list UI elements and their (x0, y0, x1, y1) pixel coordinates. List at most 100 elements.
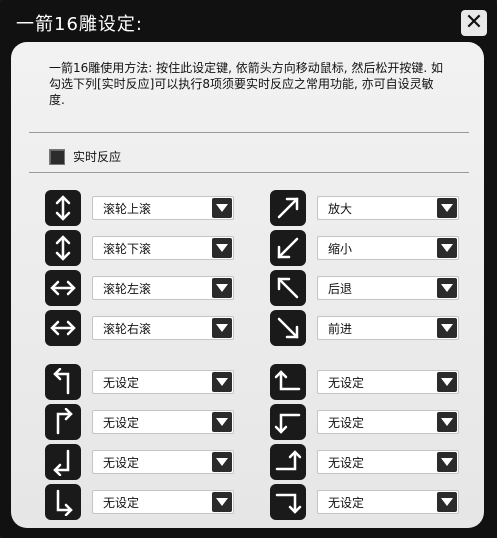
arrow-down-right-turn-icon (56, 489, 73, 516)
arrow-up-left-diagonal-icon (277, 277, 299, 299)
chevron-down-icon[interactable] (437, 492, 457, 512)
realtime-checkbox[interactable] (49, 148, 65, 165)
gesture-icon-button[interactable] (45, 190, 81, 226)
chevron-down-icon[interactable] (212, 198, 232, 218)
arrow-left-down-turn-icon (274, 413, 301, 434)
gesture-select[interactable]: 无设定 (92, 370, 234, 394)
gesture-select[interactable]: 无设定 (92, 410, 234, 434)
gesture-select[interactable]: 无设定 (317, 450, 459, 474)
gesture-select[interactable]: 滚轮右滚 (92, 316, 234, 340)
gesture-select-value: 无设定 (103, 495, 140, 510)
arrow-down-left-diagonal-icon (277, 237, 299, 259)
instructions-text: 一箭16雕使用方法: 按住此设定键, 依箭头方向移动鼠标, 然后松开按键. 如勾… (49, 61, 444, 107)
gesture-select-value: 放大 (328, 201, 353, 216)
chevron-down-icon[interactable] (212, 492, 232, 512)
gesture-select[interactable]: 无设定 (92, 490, 234, 514)
gesture-row: 无设定 (270, 484, 459, 520)
arrow-up-down-icon (55, 195, 71, 221)
gesture-row: 滚轮右滚 (45, 310, 234, 346)
gesture-icon-button[interactable] (45, 230, 81, 266)
gesture-select[interactable]: 无设定 (317, 490, 459, 514)
gesture-select-value: 无设定 (328, 375, 365, 390)
gesture-select-value: 滚轮下滚 (103, 241, 152, 256)
gesture-select[interactable]: 无设定 (317, 370, 459, 394)
settings-panel: 一箭16雕使用方法: 按住此设定键, 依箭头方向移动鼠标, 然后松开按键. 如勾… (11, 42, 484, 528)
gesture-icon-button[interactable] (270, 404, 306, 440)
chevron-down-icon[interactable] (212, 372, 232, 392)
arrow-up-right-turn-icon (56, 408, 73, 435)
realtime-checkbox-label: 实时反应 (73, 150, 122, 164)
gesture-icon-button[interactable] (270, 190, 306, 226)
gesture-select-value: 无设定 (328, 415, 365, 430)
chevron-down-icon[interactable] (212, 412, 232, 432)
divider (29, 132, 469, 133)
arrow-left-up-turn-icon (274, 370, 301, 391)
chevron-down-icon[interactable] (437, 372, 457, 392)
gesture-row: 无设定 (45, 444, 234, 480)
arrow-up-left-turn-icon (53, 368, 70, 395)
gesture-icon-button[interactable] (45, 270, 81, 306)
arrow-left-right-icon (50, 280, 76, 296)
chevron-down-icon[interactable] (437, 452, 457, 472)
gesture-icon-button[interactable] (270, 230, 306, 266)
gesture-select[interactable]: 无设定 (317, 410, 459, 434)
gesture-row: 无设定 (270, 364, 459, 400)
chevron-down-icon[interactable] (212, 238, 232, 258)
gesture-row: 后退 (270, 270, 459, 306)
gesture-select-value: 无设定 (328, 455, 365, 470)
arrow-up-down-icon (55, 235, 71, 261)
gesture-select-value: 滚轮左滚 (103, 281, 152, 296)
chevron-down-icon[interactable] (437, 238, 457, 258)
gesture-icon-button[interactable] (270, 484, 306, 520)
gesture-select[interactable]: 滚轮左滚 (92, 276, 234, 300)
realtime-checkbox-row[interactable]: 实时反应 (49, 148, 121, 165)
chevron-down-icon[interactable] (212, 452, 232, 472)
gesture-select[interactable]: 后退 (317, 276, 459, 300)
gesture-icon-button[interactable] (270, 270, 306, 306)
gesture-select[interactable]: 缩小 (317, 236, 459, 260)
gesture-icon-button[interactable] (45, 364, 81, 400)
close-icon: ✕ (464, 10, 484, 35)
gesture-select-value: 无设定 (328, 495, 365, 510)
arrow-up-right-diagonal-icon (277, 197, 299, 219)
arrow-down-right-diagonal-icon (277, 317, 299, 339)
gesture-select-value: 无设定 (103, 375, 140, 390)
gesture-icon-button[interactable] (45, 484, 81, 520)
gesture-select[interactable]: 前进 (317, 316, 459, 340)
gesture-select[interactable]: 滚轮上滚 (92, 196, 234, 220)
gesture-row: 无设定 (45, 364, 234, 400)
gesture-row: 放大 (270, 190, 459, 226)
chevron-down-icon[interactable] (437, 412, 457, 432)
gesture-icon-button[interactable] (45, 404, 81, 440)
gesture-row: 无设定 (270, 444, 459, 480)
gesture-select-value: 无设定 (103, 455, 140, 470)
divider (29, 172, 469, 173)
arrow-left-right-icon (50, 320, 76, 336)
gesture-select[interactable]: 无设定 (92, 450, 234, 474)
chevron-down-icon[interactable] (437, 278, 457, 298)
chevron-down-icon[interactable] (437, 198, 457, 218)
gesture-row: 无设定 (45, 484, 234, 520)
gesture-icon-button[interactable] (45, 310, 81, 346)
gesture-icon-button[interactable] (270, 444, 306, 480)
gesture-row: 滚轮下滚 (45, 230, 234, 266)
gesture-icon-button[interactable] (45, 444, 81, 480)
gesture-select[interactable]: 滚轮下滚 (92, 236, 234, 260)
gesture-select-value: 无设定 (103, 415, 140, 430)
window-title: 一箭16雕设定: (16, 14, 143, 35)
gesture-select-value: 滚轮上滚 (103, 201, 152, 216)
gesture-row: 滚轮上滚 (45, 190, 234, 226)
gesture-select-value: 前进 (328, 321, 353, 336)
close-button[interactable]: ✕ (461, 10, 487, 36)
chevron-down-icon[interactable] (437, 318, 457, 338)
settings-window: 一箭16雕设定: ✕ 一箭16雕使用方法: 按住此设定键, 依箭头方向移动鼠标,… (0, 0, 497, 538)
gesture-row: 无设定 (45, 404, 234, 440)
gesture-row: 无设定 (270, 404, 459, 440)
gesture-select[interactable]: 放大 (317, 196, 459, 220)
chevron-down-icon[interactable] (212, 318, 232, 338)
gesture-icon-button[interactable] (270, 364, 306, 400)
chevron-down-icon[interactable] (212, 278, 232, 298)
arrow-right-up-turn-icon (275, 450, 302, 471)
gesture-row: 缩小 (270, 230, 459, 266)
gesture-icon-button[interactable] (270, 310, 306, 346)
